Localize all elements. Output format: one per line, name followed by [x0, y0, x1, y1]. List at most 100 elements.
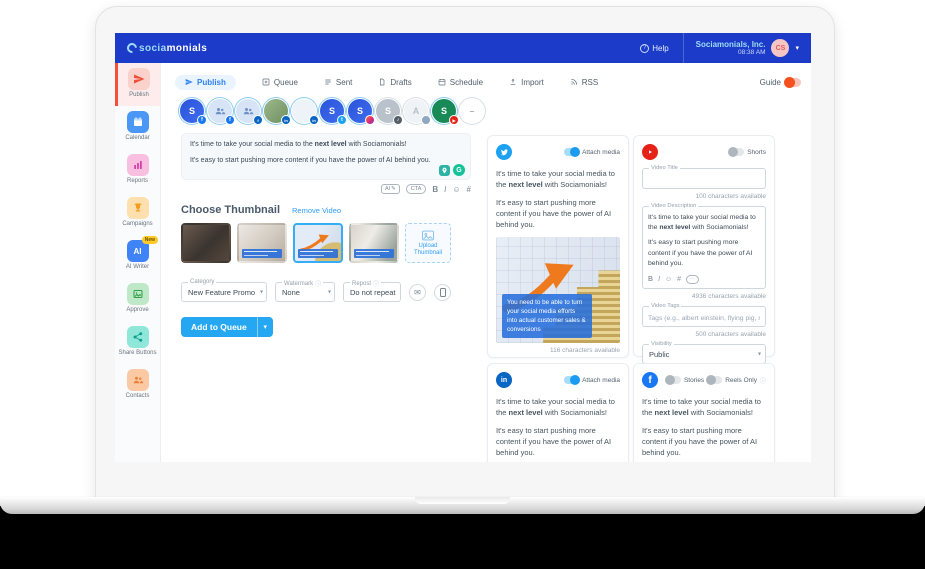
account-avatar[interactable]: in	[292, 99, 319, 125]
tab-label: Import	[521, 77, 544, 87]
upload-icon	[509, 78, 517, 86]
thumbnail-caption-strip	[298, 249, 338, 258]
info-icon: ⓘ	[373, 282, 380, 288]
sidebar-item-contacts[interactable]: Contacts	[115, 364, 160, 407]
tab-import[interactable]: Import	[509, 78, 544, 87]
category-select[interactable]: Category New Feature Promo ▾	[181, 279, 267, 302]
attach-media-toggle[interactable]	[564, 375, 581, 385]
account-avatar[interactable]: St	[320, 99, 347, 125]
facebook-preview-card: f Stories Reels Only ⓘ It's time to take…	[633, 363, 775, 462]
user-avatar[interactable]: CS	[771, 39, 790, 57]
composer-text: It's time to take your social media to t…	[190, 141, 431, 164]
ai-assist-button[interactable]: AI ✎	[380, 184, 400, 194]
stories-toggle[interactable]	[664, 375, 681, 385]
bold-button[interactable]: B	[648, 276, 653, 283]
watermark-select[interactable]: Watermark ⓘ None ▾	[275, 279, 335, 302]
topbar-right: ? Help Sociamonials, Inc. 08:38 AM CS ▾	[640, 33, 811, 63]
video-thumbnail-3-selected[interactable]	[293, 223, 343, 263]
video-description-label: Video Description	[651, 203, 697, 209]
account-avatar[interactable]: S ▶	[432, 99, 459, 125]
queue-options-caret[interactable]: ▾	[256, 317, 273, 337]
italic-button[interactable]: I	[444, 185, 446, 194]
tab-schedule[interactable]: Schedule	[438, 78, 483, 87]
cta-button[interactable]: CTA	[405, 184, 427, 194]
linkedin-badge: in	[281, 115, 291, 125]
italic-button[interactable]: I	[658, 276, 660, 283]
tab-drafts[interactable]: Drafts	[378, 77, 412, 87]
account-avatar[interactable]: A	[404, 99, 431, 125]
chevron-down-icon[interactable]: ▾	[795, 44, 799, 52]
guide-toggle[interactable]	[784, 76, 801, 88]
attach-media-control: Attach media	[564, 147, 620, 157]
video-tags-label: Video Tags	[651, 302, 680, 309]
app-screen: socia monials ? Help Sociamonials, Inc. …	[115, 33, 811, 462]
account-avatar[interactable]: in	[264, 99, 291, 125]
linkedin-badge: in	[309, 115, 319, 125]
video-title-input[interactable]	[643, 171, 765, 188]
emoji-button[interactable]: ☺	[452, 185, 460, 194]
sociamonials-logo[interactable]: socia monials	[124, 40, 207, 56]
mobile-icon	[439, 287, 446, 297]
account-avatar[interactable]: S	[348, 99, 375, 125]
tab-label: Drafts	[390, 77, 412, 87]
tab-queue[interactable]: Queue	[262, 78, 298, 87]
sidebar-item-calendar[interactable]: Calendar	[115, 106, 160, 149]
remove-video-link[interactable]: Remove Video	[292, 206, 341, 215]
sidebar-item-publish[interactable]: Publish	[115, 63, 160, 106]
mobile-preview-button[interactable]	[434, 283, 451, 301]
post-composer[interactable]: It's time to take your social media to t…	[181, 133, 471, 180]
approve-image-icon	[126, 283, 149, 305]
account-avatar[interactable]: f	[236, 99, 263, 125]
video-thumbnail-2[interactable]	[237, 223, 287, 263]
emoji-button[interactable]: ☺	[665, 276, 672, 283]
shorts-toggle[interactable]	[728, 147, 745, 157]
sidebar-item-label: Publish	[129, 92, 149, 98]
account-avatar[interactable]: f	[208, 99, 235, 125]
add-to-queue-button[interactable]: Add to Queue	[181, 317, 257, 337]
tab-label: Sent	[335, 77, 353, 87]
description-toolbar: B I ☺ # ⋯	[643, 272, 765, 288]
twitter-badge: t	[337, 115, 347, 125]
sidebar-item-share-buttons[interactable]: Share Buttons	[115, 321, 160, 364]
upload-thumbnail-button[interactable]: Upload Thumbnail	[405, 223, 451, 263]
repost-field[interactable]: Repost ⓘ Do not repeat	[343, 279, 401, 302]
collapse-accounts-button[interactable]: –	[460, 99, 484, 123]
more-options-button[interactable]: ⋯	[686, 274, 700, 284]
video-tags-input[interactable]	[643, 308, 765, 326]
sidebar-item-label: AI Writer	[125, 264, 150, 270]
video-thumbnail-4[interactable]	[349, 223, 399, 263]
sidebar-item-reports[interactable]: Reports	[115, 149, 160, 192]
video-description-field[interactable]: Video Description It's time to take your…	[642, 203, 766, 289]
video-tags-field[interactable]: Video Tags	[642, 302, 766, 327]
tab-label: Queue	[273, 77, 298, 87]
sidebar-item-approve[interactable]: Approve	[115, 278, 160, 321]
tab-publish[interactable]: Publish	[175, 74, 236, 90]
attach-media-toggle[interactable]	[564, 147, 581, 157]
sidebar-item-ai-writer[interactable]: New AI AI Writer	[115, 235, 160, 278]
sidebar-item-campaigns[interactable]: Campaigns	[115, 192, 160, 235]
reels-only-toggle[interactable]	[706, 375, 723, 385]
twitter-preview-card: Attach media It's time to take your soci…	[487, 135, 629, 358]
tab-rss[interactable]: RSS	[570, 78, 598, 87]
laptop-base-notch	[415, 497, 510, 504]
thumbnail-row: Upload Thumbnail	[181, 223, 451, 263]
image-caption-overlay: You need to be able to turn your social …	[502, 293, 592, 339]
location-pin-icon[interactable]	[439, 164, 450, 176]
sidebar-item-label: Reports	[126, 178, 148, 184]
email-preview-button[interactable]: ✉	[409, 283, 426, 301]
account-avatar[interactable]: Sf	[180, 99, 207, 125]
grammarly-icon[interactable]: G	[453, 164, 465, 176]
video-thumbnail-1[interactable]	[181, 223, 231, 263]
help-button[interactable]: ? Help	[640, 43, 669, 53]
hashtag-button[interactable]: #	[467, 185, 471, 194]
hashtag-button[interactable]: #	[677, 276, 681, 283]
account-avatar[interactable]: S ♪	[376, 99, 403, 125]
sidebar-item-label: Share Buttons	[118, 350, 157, 356]
video-title-field[interactable]: Video Title	[642, 165, 766, 189]
rss-icon	[570, 78, 578, 86]
visibility-select[interactable]: Visibility Public ▾	[642, 340, 766, 364]
card-header: Shorts	[642, 144, 766, 160]
tab-sent[interactable]: Sent	[324, 78, 352, 87]
bold-button[interactable]: B	[432, 185, 438, 194]
account-menu[interactable]: Sociamonials, Inc. 08:38 AM CS ▾	[684, 39, 811, 57]
